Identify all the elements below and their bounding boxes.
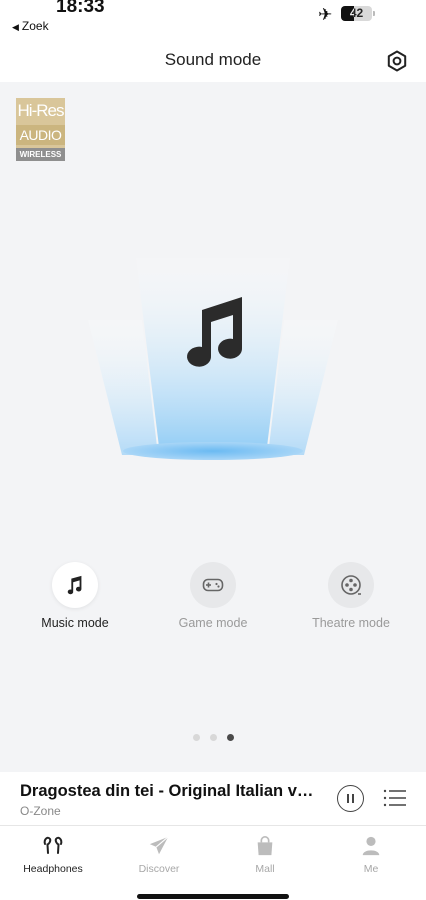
audio-text: AUDIO (16, 125, 65, 145)
mini-player[interactable]: Dragostea din tei - Original Italian ver… (0, 772, 426, 826)
back-link-label: Zoek (21, 19, 49, 33)
sound-mode-illustration (80, 250, 346, 470)
back-triangle-icon: ◀ (12, 22, 19, 32)
music-note-icon (67, 575, 82, 595)
gear-hexagon-icon (387, 50, 407, 72)
airplane-mode-icon: ✈ (318, 5, 333, 24)
status-bar: 18:33 ◀ Zoek ✈ 42 (0, 0, 426, 40)
status-time: 18:33 (56, 0, 105, 17)
settings-button[interactable] (385, 49, 409, 73)
battery-icon: 42 (341, 6, 372, 21)
tab-me[interactable]: Me (318, 834, 424, 875)
earbuds-icon (43, 836, 63, 854)
tab-me-label: Me (363, 863, 379, 875)
navigation-header: Sound mode (0, 40, 426, 82)
page-dot[interactable] (192, 734, 200, 741)
shopping-bag-icon (257, 836, 273, 856)
theatre-mode-option[interactable]: Theatre mode (291, 562, 411, 630)
game-mode-icon-circle (190, 562, 236, 608)
music-mode-icon-circle (52, 562, 98, 608)
battery-cap (373, 11, 375, 16)
beam-base-glow (123, 442, 303, 460)
music-mode-option[interactable]: Music mode (15, 562, 135, 630)
page-dot[interactable] (209, 734, 217, 741)
playlist-button[interactable] (383, 788, 407, 808)
tab-discover[interactable]: Discover (106, 834, 212, 875)
game-mode-label: Game mode (178, 616, 248, 630)
tab-mall-label: Mall (255, 863, 275, 875)
tab-discover-label: Discover (138, 863, 180, 875)
page-title: Sound mode (164, 50, 262, 69)
track-artist: O-Zone (20, 804, 61, 818)
sound-mode-selector: Music mode Game mode Theatre mode (0, 562, 426, 642)
film-reel-icon (341, 575, 361, 595)
page-dot-active[interactable] (226, 734, 234, 741)
hi-res-audio-badge: Hi-Res AUDIO WIRELESS (16, 98, 65, 161)
paper-plane-icon (149, 836, 169, 855)
sound-beams-graphic (88, 258, 338, 460)
wireless-text: WIRELESS (16, 148, 65, 161)
home-indicator[interactable] (137, 894, 289, 899)
hi-res-text: Hi-Res (17, 101, 65, 120)
playlist-icon (383, 789, 406, 807)
page-indicator (0, 734, 426, 741)
track-title: Dragostea din tei - Original Italian ver… (20, 782, 322, 800)
bottom-tab-bar: Headphones Discover Mall Me (0, 826, 426, 900)
back-to-search-link[interactable]: ◀ Zoek (12, 19, 49, 33)
person-icon (362, 836, 380, 856)
tab-headphones-label: Headphones (23, 863, 83, 875)
battery-level: 42 (349, 6, 364, 20)
gamepad-icon (202, 578, 224, 592)
tab-headphones[interactable]: Headphones (0, 834, 106, 875)
theatre-mode-icon-circle (328, 562, 374, 608)
music-mode-label: Music mode (41, 616, 109, 630)
center-beam (136, 258, 290, 455)
theatre-mode-label: Theatre mode (312, 616, 390, 630)
pause-button[interactable] (337, 785, 364, 812)
game-mode-option[interactable]: Game mode (153, 562, 273, 630)
tab-mall[interactable]: Mall (212, 834, 318, 875)
